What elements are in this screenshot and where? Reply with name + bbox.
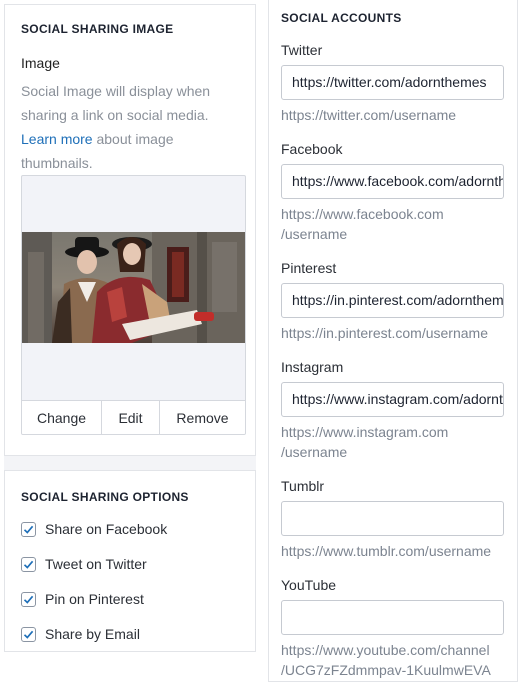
facebook-label: Facebook — [281, 141, 343, 157]
section-title: SOCIAL SHARING IMAGE — [21, 22, 174, 36]
tumblr-input[interactable] — [281, 501, 504, 536]
share-email-option[interactable]: Share by Email — [21, 626, 140, 642]
section-title: SOCIAL ACCOUNTS — [281, 11, 402, 25]
social-accounts-panel: SOCIAL ACCOUNTS Twitter https://twitter.… — [268, 0, 518, 682]
hint-line: https://www.facebook.com — [281, 206, 444, 222]
image-description: Social Image will display when sharing a… — [21, 79, 241, 175]
youtube-hint: https://www.youtube.com/channel /UCG7zFZ… — [281, 640, 506, 680]
hint-line: https://in.pinterest.com/username — [281, 325, 488, 341]
facebook-input[interactable]: https://www.facebook.com/adornthemes — [281, 164, 504, 199]
pin-pinterest-option[interactable]: Pin on Pinterest — [21, 591, 144, 607]
remove-button[interactable]: Remove — [160, 401, 245, 434]
hint-line: https://twitter.com/username — [281, 107, 457, 123]
hint-line: https://www.instagram.com — [281, 424, 449, 440]
checkbox[interactable] — [21, 556, 36, 572]
share-facebook-option[interactable]: Share on Facebook — [21, 521, 167, 537]
youtube-label: YouTube — [281, 577, 337, 593]
learn-more-link[interactable]: Learn more — [21, 131, 93, 147]
social-image-thumbnail[interactable] — [22, 232, 245, 343]
description-text: Social Image will display when sharing a… — [21, 83, 211, 123]
panel-divider — [4, 456, 256, 470]
social-sharing-image-panel: SOCIAL SHARING IMAGE Image Social Image … — [4, 4, 256, 456]
option-label: Share by Email — [45, 626, 140, 642]
pinterest-hint: https://in.pinterest.com/username — [281, 323, 506, 343]
hint-line: /username — [281, 226, 348, 242]
hint-line: https://www.tumblr.com/username — [281, 543, 492, 559]
instagram-hint: https://www.instagram.com /username — [281, 422, 506, 462]
tumblr-hint: https://www.tumblr.com/username — [281, 541, 506, 561]
change-button[interactable]: Change — [22, 401, 102, 434]
hint-line: https://www.youtube.com/channel — [281, 642, 490, 658]
check-icon — [23, 525, 34, 534]
image-preview-box: Change Edit Remove — [21, 175, 246, 435]
check-icon — [23, 560, 34, 569]
check-icon — [23, 630, 34, 639]
twitter-label: Twitter — [281, 42, 323, 58]
section-title: SOCIAL SHARING OPTIONS — [21, 490, 189, 504]
instagram-label: Instagram — [281, 359, 344, 375]
image-label: Image — [21, 55, 60, 71]
twitter-hint: https://twitter.com/username — [281, 105, 506, 125]
hint-line: /UCG7zFZdmmpav-1KuulmwEVA — [281, 662, 491, 678]
checkbox[interactable] — [21, 626, 36, 642]
pinterest-label: Pinterest — [281, 260, 337, 276]
social-sharing-options-panel: SOCIAL SHARING OPTIONS Share on Facebook… — [4, 470, 256, 652]
twitter-input[interactable]: https://twitter.com/adornthemes — [281, 65, 504, 100]
hint-line: /username — [281, 444, 348, 460]
image-actions: Change Edit Remove — [22, 400, 245, 434]
tweet-twitter-option[interactable]: Tweet on Twitter — [21, 556, 147, 572]
option-label: Pin on Pinterest — [45, 591, 144, 607]
check-icon — [23, 595, 34, 604]
pinterest-input[interactable]: https://in.pinterest.com/adornthemes — [281, 283, 504, 318]
edit-button[interactable]: Edit — [102, 401, 160, 434]
checkbox[interactable] — [21, 591, 36, 607]
checkbox[interactable] — [21, 521, 36, 537]
tumblr-label: Tumblr — [281, 478, 325, 494]
youtube-input[interactable] — [281, 600, 504, 635]
facebook-hint: https://www.facebook.com /username — [281, 204, 506, 244]
option-label: Tweet on Twitter — [45, 556, 147, 572]
option-label: Share on Facebook — [45, 521, 168, 537]
instagram-input[interactable]: https://www.instagram.com/adornthemes — [281, 382, 504, 417]
